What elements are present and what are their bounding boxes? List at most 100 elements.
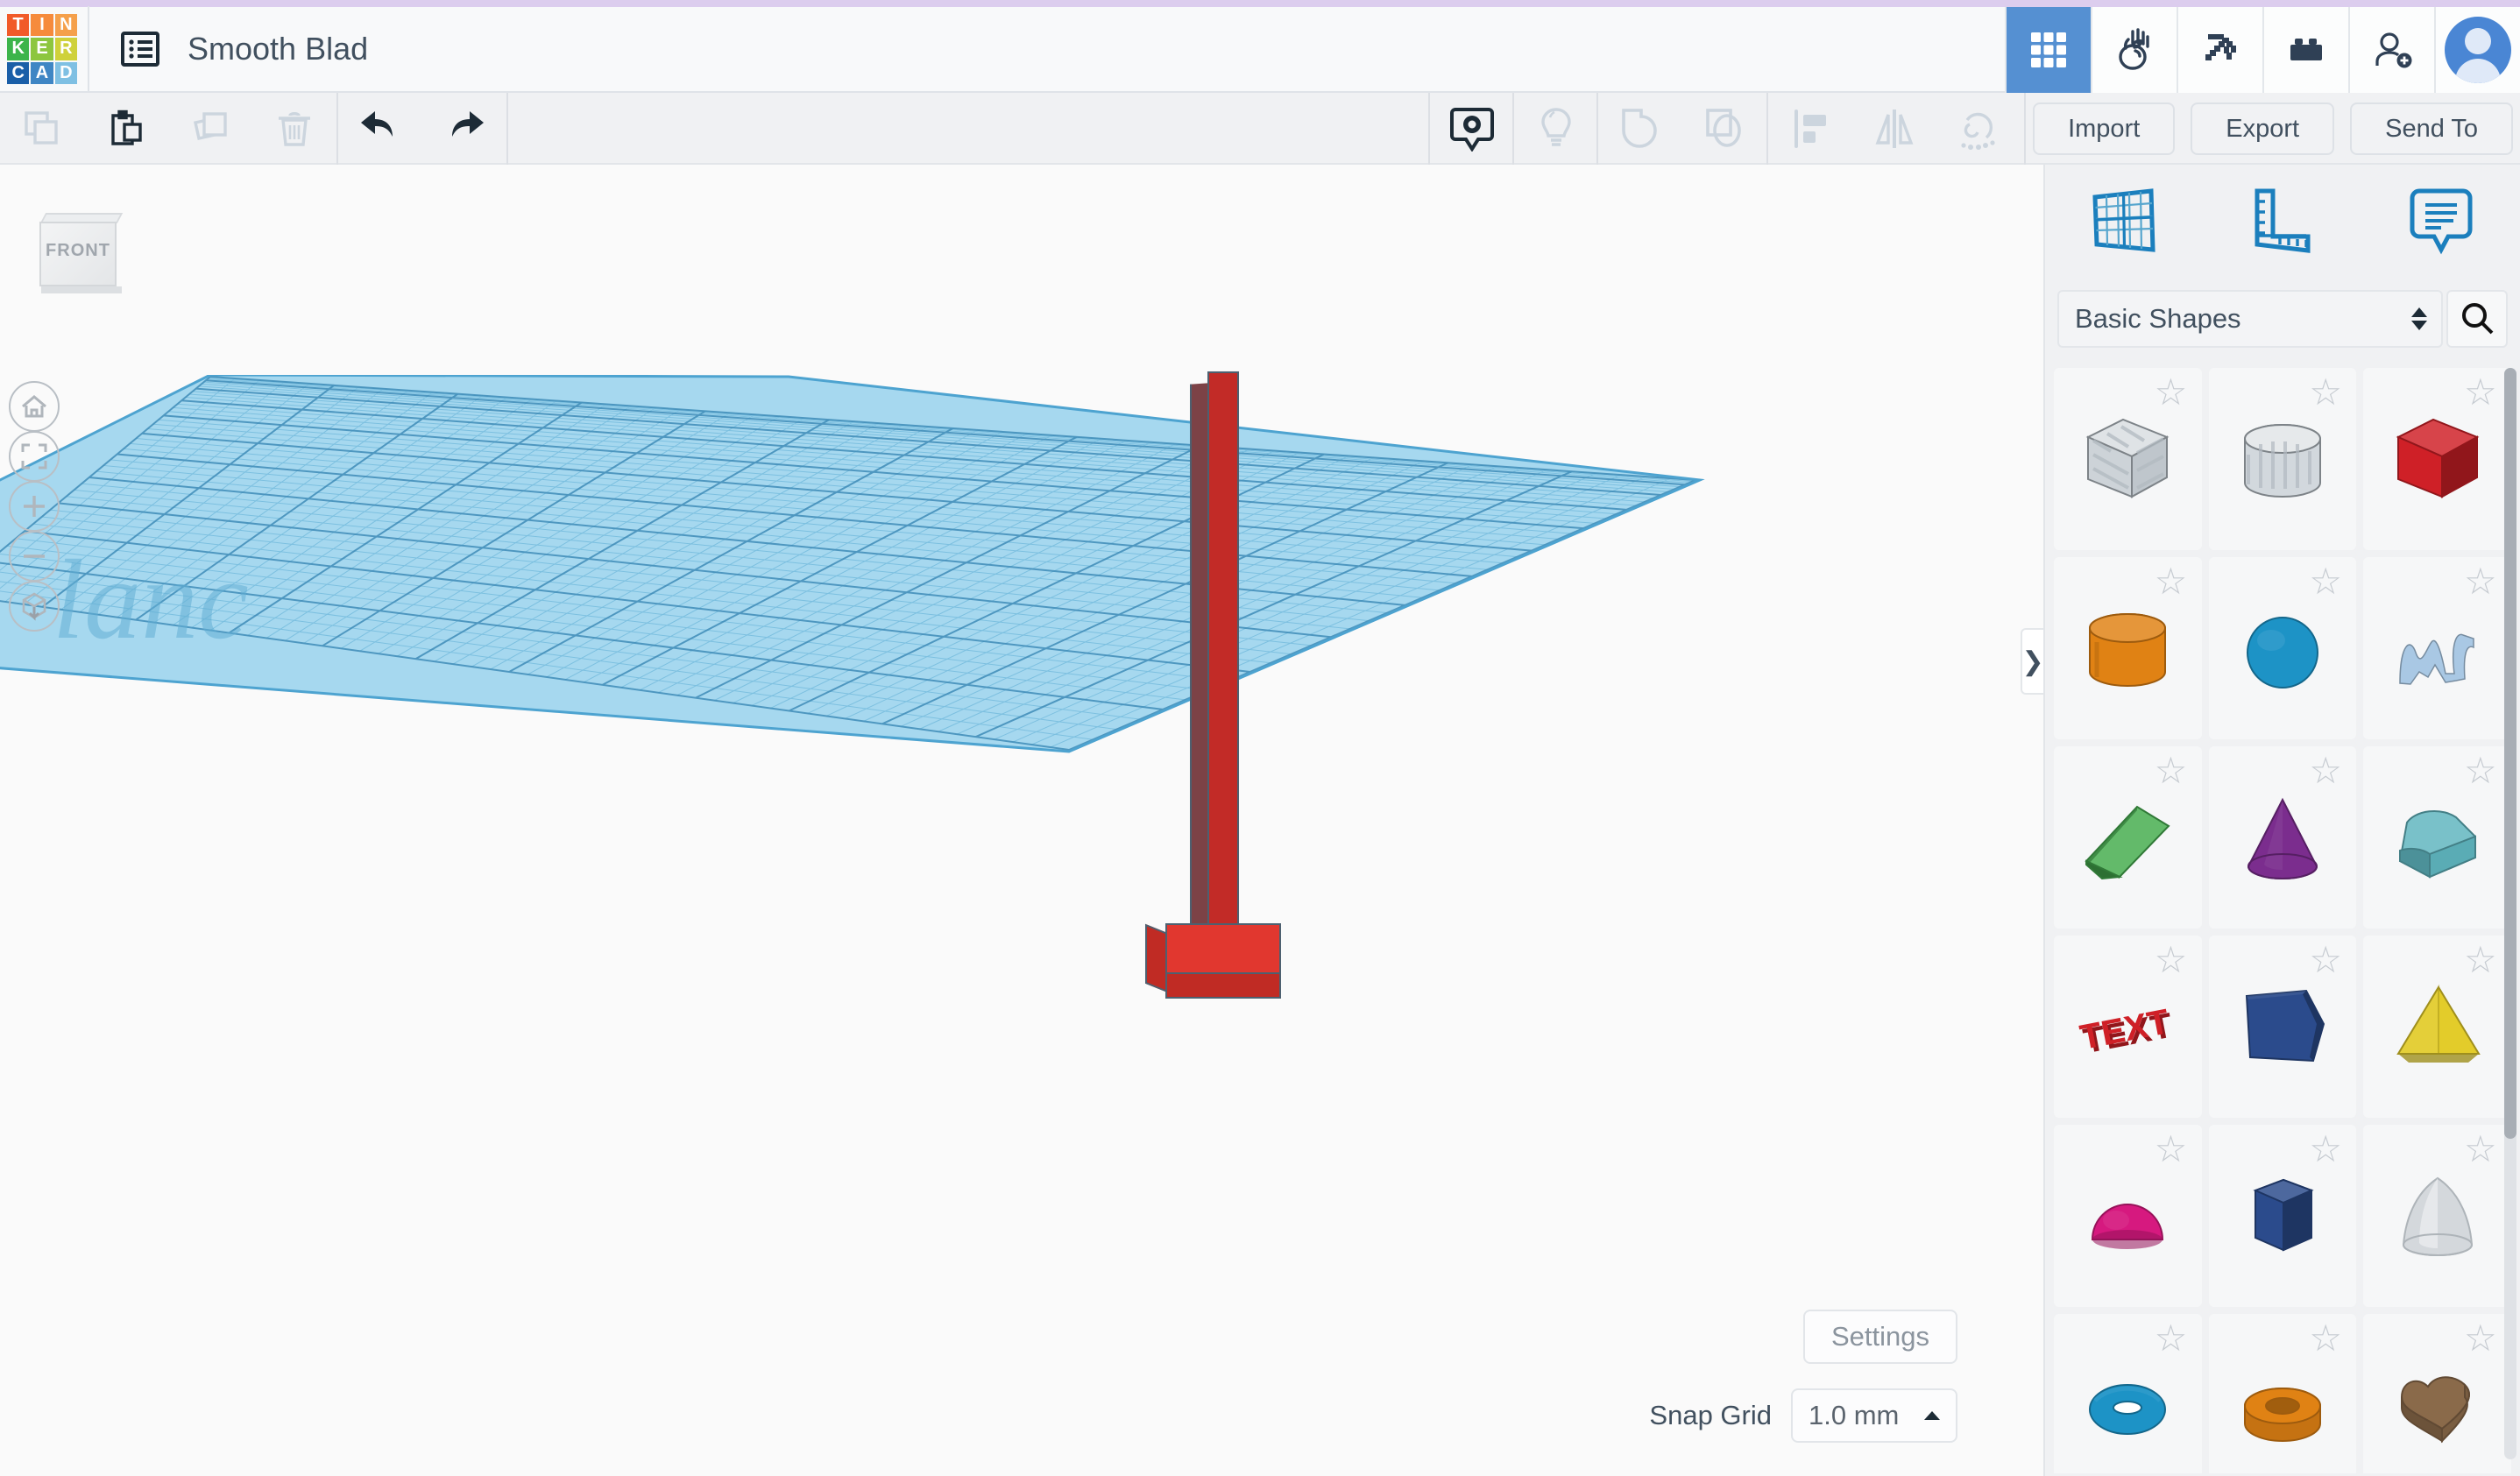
zoom-out-button[interactable] <box>9 531 60 582</box>
shape-cylinder-orange-thumbnail <box>2071 591 2184 705</box>
magnet-button[interactable] <box>1936 93 2021 165</box>
tab-ruler[interactable] <box>2204 165 2362 277</box>
shape-roof-teal[interactable]: ☆ <box>2363 746 2511 929</box>
tab-workplane[interactable] <box>2045 165 2204 277</box>
logo-tile-k: K <box>7 38 30 60</box>
import-button[interactable]: Import <box>2033 102 2176 155</box>
magnet-snap-icon <box>1961 112 1995 150</box>
fit-view-button[interactable] <box>9 431 60 482</box>
settings-button[interactable]: Settings <box>1802 1310 1957 1364</box>
copy-button[interactable] <box>0 93 84 165</box>
shape-text-red[interactable]: ☆ TEXT TEXT <box>2054 936 2202 1118</box>
shape-roof-teal-thumbnail <box>2381 780 2495 894</box>
duplicate-button[interactable] <box>168 93 252 165</box>
workplane[interactable]: lanc <box>0 375 2043 830</box>
logo-tile-a: A <box>31 61 53 84</box>
shape-sphere-blue[interactable]: ☆ <box>2208 557 2357 739</box>
shape-hexprism-blue[interactable]: ☆ <box>2208 1125 2357 1307</box>
plus-icon <box>24 496 45 517</box>
shape-heart-brown[interactable]: ☆ <box>2363 1314 2511 1473</box>
shape-pyramid-yellow-thumbnail <box>2381 970 2495 1084</box>
hand-apple-icon <box>2119 28 2149 70</box>
shape-polygon-blue-thumbnail <box>2226 970 2339 1084</box>
tinkercad-logo[interactable]: TIN KER CAD <box>4 11 81 88</box>
search-button[interactable] <box>2446 290 2508 348</box>
panel-collapse-handle[interactable]: ❯ <box>2021 628 2044 695</box>
shape-cylinder-orange[interactable]: ☆ <box>2054 557 2202 739</box>
redo-button[interactable] <box>422 93 506 165</box>
ruler-hint-button[interactable] <box>1514 93 1598 165</box>
shape-hemisphere-pink[interactable]: ☆ <box>2054 1125 2202 1307</box>
shape-category-select[interactable]: Basic Shapes <box>2057 290 2443 348</box>
teach-button[interactable] <box>2091 7 2177 93</box>
invite-button[interactable] <box>2348 7 2434 93</box>
mirror-button[interactable] <box>1852 93 1936 165</box>
logo-tile-t: T <box>7 14 30 37</box>
app-header: TIN KER CAD Smooth Blad <box>0 6 2520 93</box>
view-cube[interactable]: FRONT <box>39 213 124 293</box>
export-button[interactable]: Export <box>2191 102 2335 155</box>
design-canvas[interactable]: lanc FRONT Settings Snap Grid 1.0 mm <box>0 165 2043 1476</box>
mirror-flip-icon <box>1875 109 1914 148</box>
shape-polygon-blue[interactable]: ☆ <box>2208 936 2357 1118</box>
shape-tube-orange-thumbnail <box>2226 1348 2339 1462</box>
shape-hemisphere-pink-thumbnail <box>2071 1159 2184 1273</box>
scrollbar-thumb[interactable] <box>2504 368 2516 1139</box>
send-to-button[interactable]: Send To <box>2350 102 2513 155</box>
undo-button[interactable] <box>338 93 422 165</box>
shapes-panel: Basic Shapes ☆ ☆ ☆ ☆ ☆ ☆ ☆ ☆ ☆ ☆ TEXT TE… <box>2043 165 2520 1476</box>
group-shapes-icon <box>1622 109 1657 148</box>
user-avatar-button[interactable] <box>2434 7 2520 93</box>
shape-tube-orange[interactable]: ☆ <box>2208 1314 2357 1473</box>
shape-paraboloid-gray[interactable]: ☆ <box>2363 1125 2511 1307</box>
paste-button[interactable] <box>84 93 168 165</box>
undo-arrow-icon <box>361 111 393 137</box>
logo-tile-e: E <box>31 38 53 60</box>
shape-pyramid-yellow[interactable]: ☆ <box>2363 936 2511 1118</box>
snap-grid-select[interactable]: 1.0 mm <box>1791 1388 1957 1443</box>
note-comment-icon <box>2410 188 2473 255</box>
workplane-watermark: lanc <box>53 537 249 663</box>
minus-icon <box>24 554 45 558</box>
tinkercad-app: TINKERCAD Smooth Blad Import Export Send… <box>0 0 2520 1476</box>
panel-tabs <box>2045 165 2520 277</box>
shape-paraboloid-gray-thumbnail <box>2381 1159 2495 1273</box>
design-list-icon[interactable] <box>121 32 159 67</box>
avatar <box>2445 17 2511 83</box>
shape-category-value: Basic Shapes <box>2075 303 2241 334</box>
shape-scribble[interactable]: ☆ <box>2363 557 2511 739</box>
shape-torus-blue-thumbnail <box>2071 1348 2184 1462</box>
workplane-button[interactable] <box>1430 93 1514 165</box>
ungroup-button[interactable] <box>1682 93 1766 165</box>
svg-text:TEXT: TEXT <box>2078 1002 2173 1057</box>
align-button[interactable] <box>1768 93 1852 165</box>
delete-button[interactable] <box>252 93 336 165</box>
group-button[interactable] <box>1598 93 1682 165</box>
logo-tile-d: D <box>54 61 77 84</box>
zoom-in-button[interactable] <box>9 481 60 532</box>
blade-front-face <box>1207 371 1239 950</box>
blocks-button[interactable] <box>2262 7 2348 93</box>
shape-box-hole[interactable]: ☆ <box>2054 368 2202 550</box>
designs-grid-button[interactable] <box>2005 7 2091 93</box>
shape-torus-blue[interactable]: ☆ <box>2054 1314 2202 1473</box>
document-title[interactable]: Smooth Blad <box>188 31 368 67</box>
ungroup-shapes-icon <box>1706 109 1741 147</box>
shape-library-controls: Basic Shapes <box>2045 277 2520 361</box>
shape-cone-purple[interactable]: ☆ <box>2208 746 2357 929</box>
home-view-button[interactable] <box>9 381 60 432</box>
projection-toggle-button[interactable] <box>9 581 60 632</box>
view-cube-shadow <box>41 286 122 293</box>
shape-wedge-green[interactable]: ☆ <box>2054 746 2202 929</box>
tab-notes[interactable] <box>2361 165 2520 277</box>
header-divider <box>88 6 89 92</box>
logo-tile-n: N <box>54 14 77 37</box>
grid-3x3-icon <box>2031 32 2066 67</box>
blade-side-face <box>1190 383 1209 954</box>
minecraft-button[interactable] <box>2177 7 2262 93</box>
shape-box-red[interactable]: ☆ <box>2363 368 2511 550</box>
shape-panel-scrollbar[interactable] <box>2504 368 2516 1459</box>
snap-grid-value: 1.0 mm <box>1809 1400 1900 1430</box>
shape-cylinder-hole[interactable]: ☆ <box>2208 368 2357 550</box>
shape-scribble-thumbnail <box>2381 591 2495 705</box>
